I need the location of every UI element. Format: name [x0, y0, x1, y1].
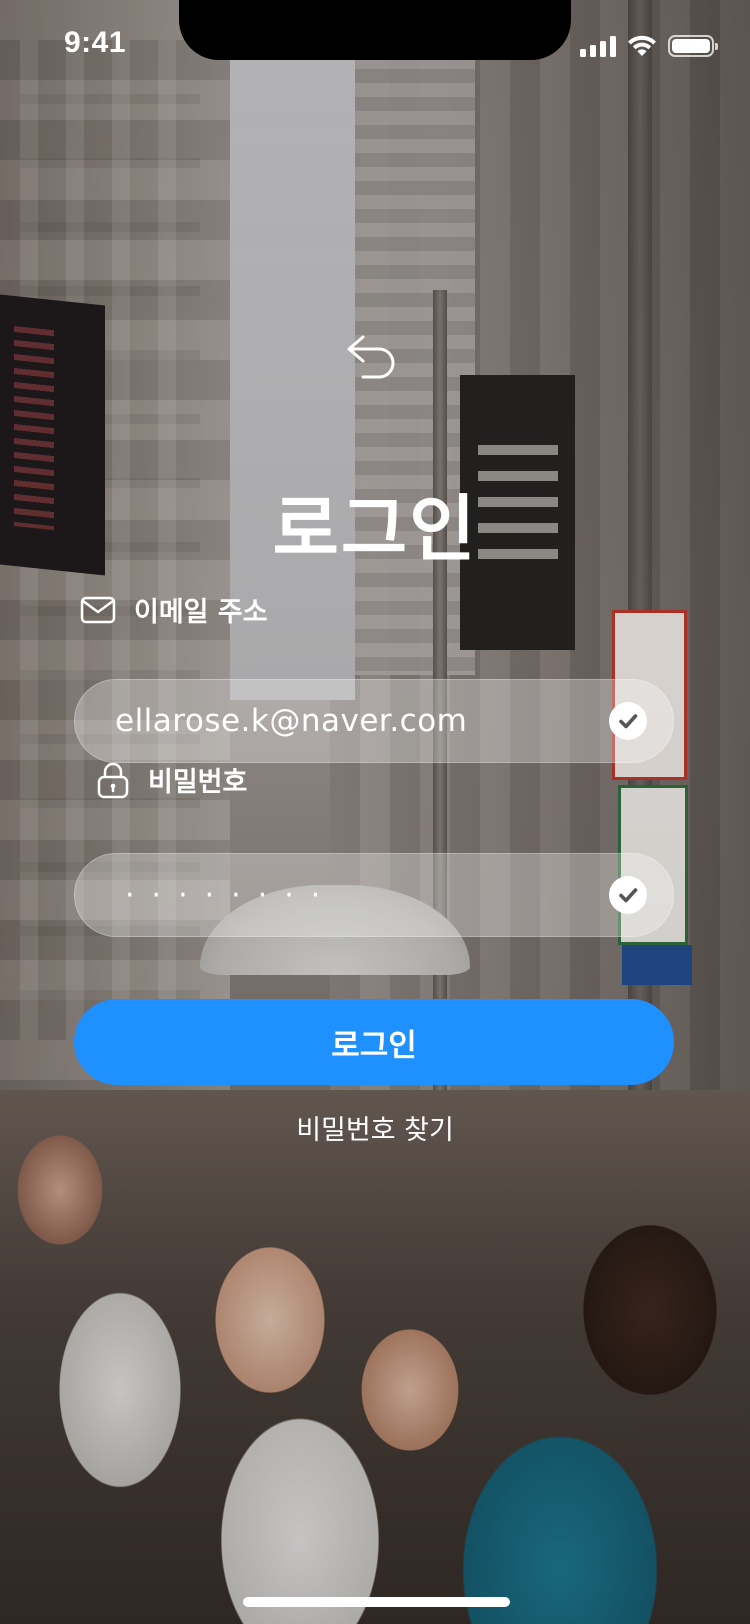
email-label-text: 이메일 주소: [134, 597, 268, 628]
password-field-value[interactable]: ········: [115, 878, 609, 913]
cellular-signal-icon: [580, 35, 616, 57]
email-label: 이메일 주소: [80, 590, 268, 629]
envelope-icon: [80, 596, 116, 623]
password-label-text: 비밀번호: [148, 767, 248, 798]
device-notch: [179, 0, 571, 60]
page-title: 로그인: [272, 487, 478, 571]
password-label: 비밀번호: [96, 760, 247, 799]
lock-icon: [97, 762, 129, 798]
login-screen: 9:41 로그인 이메일 주소 ellarose.k@naver.com 비밀번…: [0, 0, 750, 1624]
password-valid-check-icon: [609, 876, 647, 914]
home-indicator[interactable]: [243, 1597, 510, 1607]
back-arrow-icon: [347, 335, 395, 379]
background-photo: [0, 0, 750, 1624]
email-field-value[interactable]: ellarose.k@naver.com: [115, 703, 609, 739]
login-button[interactable]: 로그인: [74, 999, 674, 1085]
status-bar: 9:41: [0, 0, 750, 92]
password-field[interactable]: ········: [74, 853, 674, 937]
email-field[interactable]: ellarose.k@naver.com: [74, 679, 674, 763]
status-time: 9:41: [64, 26, 127, 59]
forgot-password-link[interactable]: 비밀번호 찾기: [0, 1108, 750, 1147]
email-valid-check-icon: [609, 702, 647, 740]
back-button[interactable]: [338, 322, 410, 394]
battery-icon: [668, 35, 718, 57]
status-icons: [580, 33, 718, 59]
wifi-icon: [628, 35, 656, 56]
